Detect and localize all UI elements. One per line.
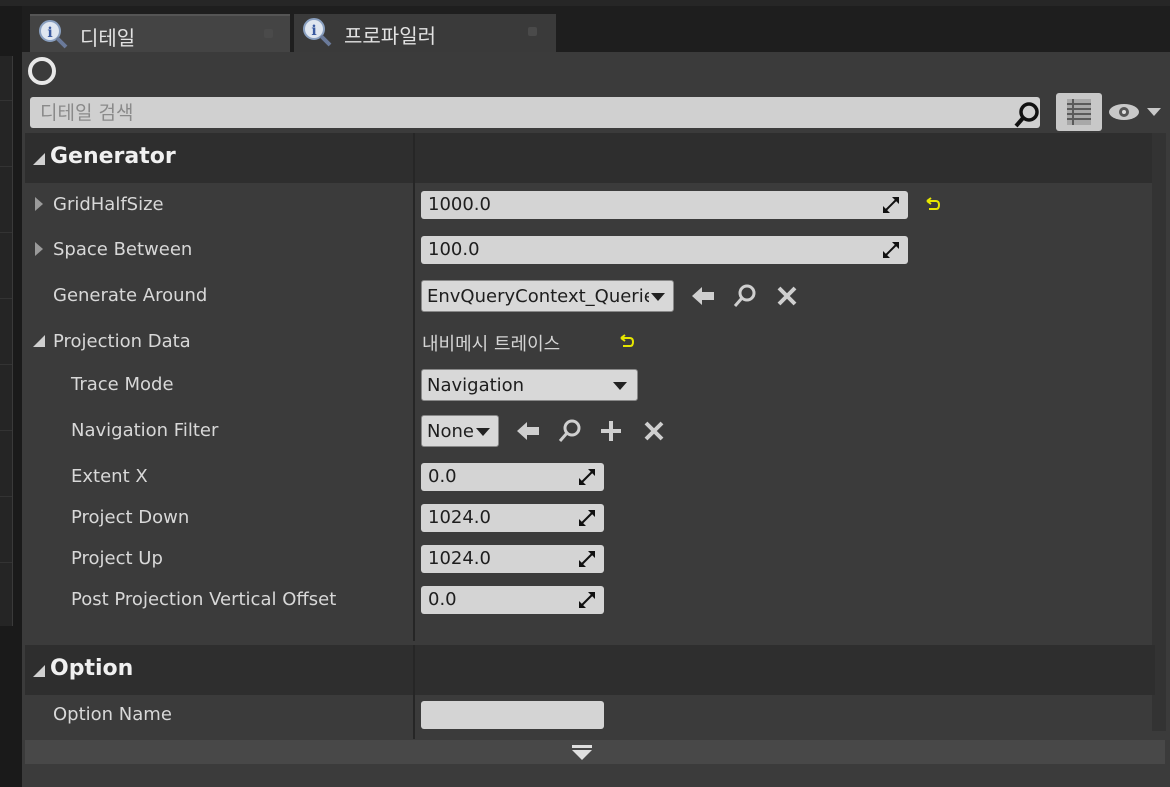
reset-to-default-icon[interactable] — [618, 334, 636, 350]
search-input[interactable] — [38, 100, 1002, 126]
extent-x-value[interactable]: 0.0 — [428, 466, 457, 487]
label-project-down: Project Down — [71, 507, 190, 528]
column-divider[interactable] — [413, 133, 415, 641]
reset-to-default-icon[interactable] — [924, 197, 942, 213]
dropdown-arrow-icon — [613, 382, 627, 390]
property-matrix-button[interactable] — [1056, 93, 1102, 131]
clear-x-icon[interactable] — [641, 418, 667, 444]
projection-data-value: 내비메시 트레이스 — [422, 334, 561, 355]
post-projection-offset-field[interactable]: 0.0 — [421, 586, 604, 614]
search-box[interactable] — [30, 97, 1040, 128]
label-navigation-filter: Navigation Filter — [71, 420, 219, 441]
project-up-value[interactable]: 1024.0 — [428, 548, 491, 569]
generate-around-combo[interactable]: EnvQueryContext_Querier — [421, 280, 674, 312]
tab-profiler-label: 프로파일러 — [344, 24, 436, 48]
tab-profiler[interactable]: i 프로파일러 — [294, 14, 556, 52]
dropdown-arrow-icon — [651, 293, 665, 301]
tab-profiler-close-icon[interactable] — [528, 27, 537, 36]
post-projection-offset-value[interactable]: 0.0 — [428, 589, 457, 610]
label-option-name: Option Name — [53, 704, 172, 725]
space-between-field[interactable]: 100.0 — [421, 236, 908, 264]
use-selected-arrow-icon[interactable] — [690, 283, 716, 309]
numeric-drag-icon[interactable] — [579, 551, 595, 567]
section-title: Generator — [50, 144, 176, 169]
space-between-value[interactable]: 100.0 — [428, 239, 480, 260]
show-advanced-bar[interactable] — [25, 740, 1165, 764]
project-down-field[interactable]: 1024.0 — [421, 504, 604, 532]
browse-magnifier-icon[interactable] — [732, 283, 758, 309]
clear-x-icon[interactable] — [774, 283, 800, 309]
grid-half-size-value[interactable]: 1000.0 — [428, 194, 491, 215]
label-projection-data: Projection Data — [53, 331, 191, 352]
tab-details[interactable]: i 디테일 — [30, 14, 290, 54]
view-options-eye-icon[interactable] — [1108, 101, 1162, 123]
label-post-projection-vertical-offset: Post Projection Vertical Offset — [71, 589, 337, 610]
grid-half-size-field[interactable]: 1000.0 — [421, 191, 908, 219]
numeric-drag-icon[interactable] — [883, 242, 899, 258]
collapse-arrow-icon — [33, 665, 45, 677]
navigation-filter-value: None — [427, 421, 474, 442]
tab-bar: i 디테일 i 프로파일러 — [22, 6, 1170, 54]
left-panel-edge — [0, 56, 13, 626]
trace-mode-value: Navigation — [427, 375, 525, 396]
grid-list-icon — [1067, 99, 1091, 125]
label-trace-mode: Trace Mode — [71, 374, 174, 395]
section-title: Option — [50, 656, 134, 681]
navigation-filter-combo[interactable]: None — [421, 415, 499, 447]
extent-x-field[interactable]: 0.0 — [421, 463, 604, 491]
label-space-between: Space Between — [53, 239, 193, 260]
section-header-generator[interactable]: Generator — [25, 133, 1155, 183]
project-up-field[interactable]: 1024.0 — [421, 545, 604, 573]
svg-text:i: i — [47, 25, 52, 41]
expand-arrow-icon[interactable] — [35, 197, 43, 211]
loading-spinner-icon — [28, 57, 56, 85]
collapse-arrow-icon — [33, 153, 45, 165]
tab-details-label: 디테일 — [80, 26, 136, 50]
profiler-magnifier-icon: i — [303, 18, 332, 47]
use-selected-arrow-icon[interactable] — [515, 418, 541, 444]
trace-mode-combo[interactable]: Navigation — [421, 369, 638, 401]
add-plus-icon[interactable] — [598, 418, 624, 444]
scrollbar[interactable] — [1152, 133, 1166, 731]
search-icon[interactable] — [1013, 101, 1041, 129]
browse-magnifier-icon[interactable] — [557, 418, 583, 444]
expand-advanced-icon[interactable] — [572, 745, 592, 761]
label-extent-x: Extent X — [71, 466, 148, 487]
dropdown-arrow-icon — [476, 428, 490, 436]
numeric-drag-icon[interactable] — [579, 469, 595, 485]
tab-details-close-icon[interactable] — [264, 29, 273, 38]
expand-arrow-icon[interactable] — [35, 242, 43, 256]
svg-text:i: i — [311, 23, 316, 39]
label-project-up: Project Up — [71, 548, 163, 569]
label-grid-half-size: GridHalfSize — [53, 194, 164, 215]
details-magnifier-icon: i — [39, 20, 68, 49]
label-generate-around: Generate Around — [53, 285, 208, 306]
section-header-option[interactable]: Option — [25, 645, 1155, 695]
collapse-arrow-icon[interactable] — [33, 335, 45, 347]
numeric-drag-icon[interactable] — [883, 197, 899, 213]
option-name-field[interactable] — [421, 701, 604, 729]
generate-around-value: EnvQueryContext_Querier — [427, 286, 649, 307]
column-divider[interactable] — [413, 645, 415, 739]
numeric-drag-icon[interactable] — [579, 510, 595, 526]
project-down-value[interactable]: 1024.0 — [428, 507, 491, 528]
numeric-drag-icon[interactable] — [579, 592, 595, 608]
